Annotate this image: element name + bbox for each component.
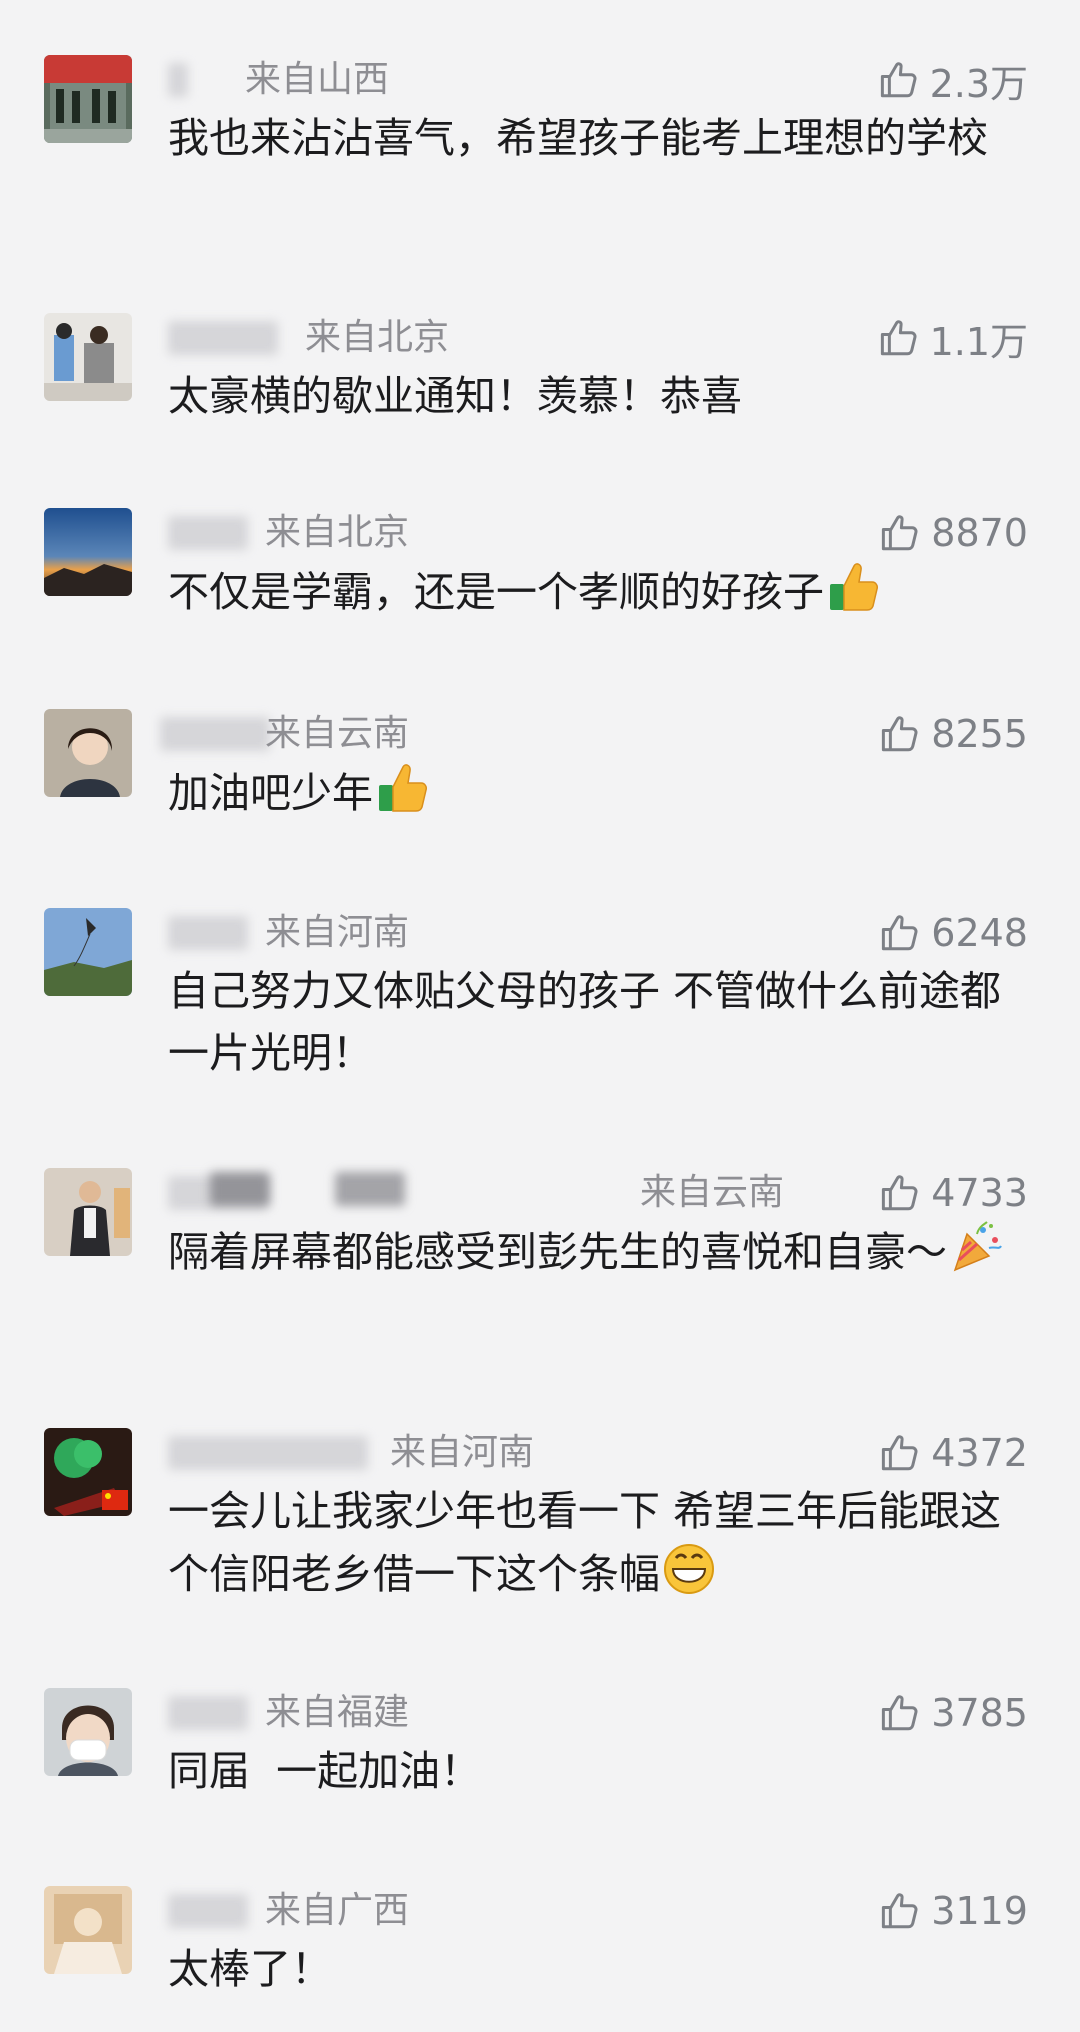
- avatar-image: [44, 1168, 132, 1256]
- thumbs-up-icon: [882, 1695, 918, 1731]
- location-label: 来自河南: [390, 1432, 535, 1473]
- location-label: 来自北京: [305, 317, 450, 358]
- avatar-image: [44, 1886, 132, 1974]
- avatar[interactable]: [44, 1168, 132, 1256]
- avatar-image: [44, 1688, 132, 1776]
- comment-text: 我也来沾沾喜气，希望孩子能考上理想的学校: [168, 107, 1038, 169]
- comment-text-content: 太棒了！: [168, 1945, 332, 1993]
- location-label: 来自广西: [265, 1890, 410, 1931]
- thumbs-up-icon: [882, 1175, 918, 1211]
- username-redacted: [168, 1894, 248, 1928]
- thumbs-up-icon: [880, 320, 917, 356]
- comment-text-content: 我也来沾沾喜气，希望孩子能考上理想的学校: [168, 114, 988, 162]
- like-count: 8870: [931, 511, 1028, 555]
- like-button[interactable]: 8255: [879, 709, 1028, 759]
- username-redacted: [335, 1172, 405, 1206]
- avatar-image: [44, 709, 132, 797]
- avatar[interactable]: [44, 709, 132, 797]
- like-button[interactable]: 3119: [879, 1886, 1028, 1936]
- location-label: 来自山西: [245, 59, 390, 100]
- thumbs-up-emoji: [375, 761, 429, 832]
- location-label: 来自云南: [265, 713, 410, 754]
- comment-text: 太棒了！: [168, 1938, 1038, 2000]
- thumbs-up-icon: [882, 915, 918, 951]
- party-popper-emoji: [949, 1220, 1003, 1291]
- comment-text: 太豪横的歇业通知！羡慕！恭喜: [168, 365, 1038, 427]
- like-count: 6248: [931, 911, 1028, 955]
- like-count: 3785: [931, 1691, 1028, 1735]
- avatar[interactable]: [44, 1428, 132, 1516]
- location-label: 来自福建: [265, 1692, 410, 1733]
- like-button[interactable]: 2.3万: [878, 55, 1028, 106]
- like-button[interactable]: 4733: [879, 1168, 1028, 1218]
- avatar[interactable]: [44, 908, 132, 996]
- thumbs-up-icon: [882, 1893, 918, 1929]
- comment-text: 一会儿让我家少年也看一下 希望三年后能跟这个信阳老乡借一下这个条幅: [168, 1480, 1038, 1613]
- username-redacted: [210, 1172, 270, 1206]
- location-label: 来自河南: [265, 912, 410, 953]
- comment-text-content: 太豪横的歇业通知！羡慕！恭喜: [168, 372, 742, 420]
- comment-text: 不仅是学霸，还是一个孝顺的好孩子: [168, 560, 1038, 631]
- comment-text: 自己努力又体贴父母的孩子 不管做什么前途都一片光明！: [168, 960, 1038, 1084]
- like-count: 8255: [931, 712, 1028, 756]
- like-count: 4733: [931, 1171, 1028, 1215]
- like-count: 4372: [931, 1431, 1028, 1475]
- thumbs-up-icon: [880, 62, 917, 98]
- comment-text: 隔着屏幕都能感受到彭先生的喜悦和自豪～: [168, 1220, 1038, 1291]
- comment-text-content: 隔着屏幕都能感受到彭先生的喜悦和自豪～: [168, 1228, 947, 1276]
- username-redacted: [168, 916, 248, 950]
- username-redacted: [168, 321, 278, 355]
- comment-text-content: 一会儿让我家少年也看一下 希望三年后能跟这个信阳老乡借一下这个条幅: [168, 1487, 1002, 1598]
- comment-text-content: 自己努力又体贴父母的孩子 不管做什么前途都一片光明！: [168, 967, 1002, 1077]
- comment-text: 同届 一起加油！: [168, 1740, 1038, 1802]
- like-button[interactable]: 4372: [879, 1428, 1028, 1478]
- thumbs-up-icon: [882, 716, 918, 752]
- avatar-image: [44, 313, 132, 401]
- avatar-image: [44, 508, 132, 596]
- comment-text-content: 加油吧少年: [168, 769, 373, 817]
- username-redacted: [168, 516, 248, 550]
- avatar[interactable]: [44, 1688, 132, 1776]
- grinning-face-emoji: [662, 1542, 716, 1613]
- like-button[interactable]: 1.1万: [878, 313, 1028, 364]
- like-count: 2.3万: [929, 61, 1028, 106]
- comment-text: 加油吧少年: [168, 761, 1038, 832]
- avatar[interactable]: [44, 55, 132, 143]
- avatar[interactable]: [44, 313, 132, 401]
- username-redacted: [160, 717, 270, 751]
- avatar-image: [44, 1428, 132, 1516]
- username-redacted: [168, 63, 188, 97]
- like-button[interactable]: 3785: [879, 1688, 1028, 1738]
- location-label: 来自云南: [640, 1172, 785, 1213]
- username-redacted: [168, 1696, 248, 1730]
- like-button[interactable]: 6248: [879, 908, 1028, 958]
- username-redacted: [168, 1436, 368, 1470]
- comment-text-content: 不仅是学霸，还是一个孝顺的好孩子: [168, 568, 824, 616]
- like-button[interactable]: 8870: [879, 508, 1028, 558]
- like-count: 3119: [931, 1889, 1028, 1933]
- thumbs-up-emoji: [826, 560, 880, 631]
- location-label: 来自北京: [265, 512, 410, 553]
- avatar-image: [44, 908, 132, 996]
- like-count: 1.1万: [929, 319, 1028, 364]
- avatar-image: [44, 55, 132, 143]
- thumbs-up-icon: [882, 515, 918, 551]
- comment-text-content: 同届 一起加油！: [168, 1747, 482, 1795]
- thumbs-up-icon: [882, 1435, 918, 1471]
- avatar[interactable]: [44, 1886, 132, 1974]
- avatar[interactable]: [44, 508, 132, 596]
